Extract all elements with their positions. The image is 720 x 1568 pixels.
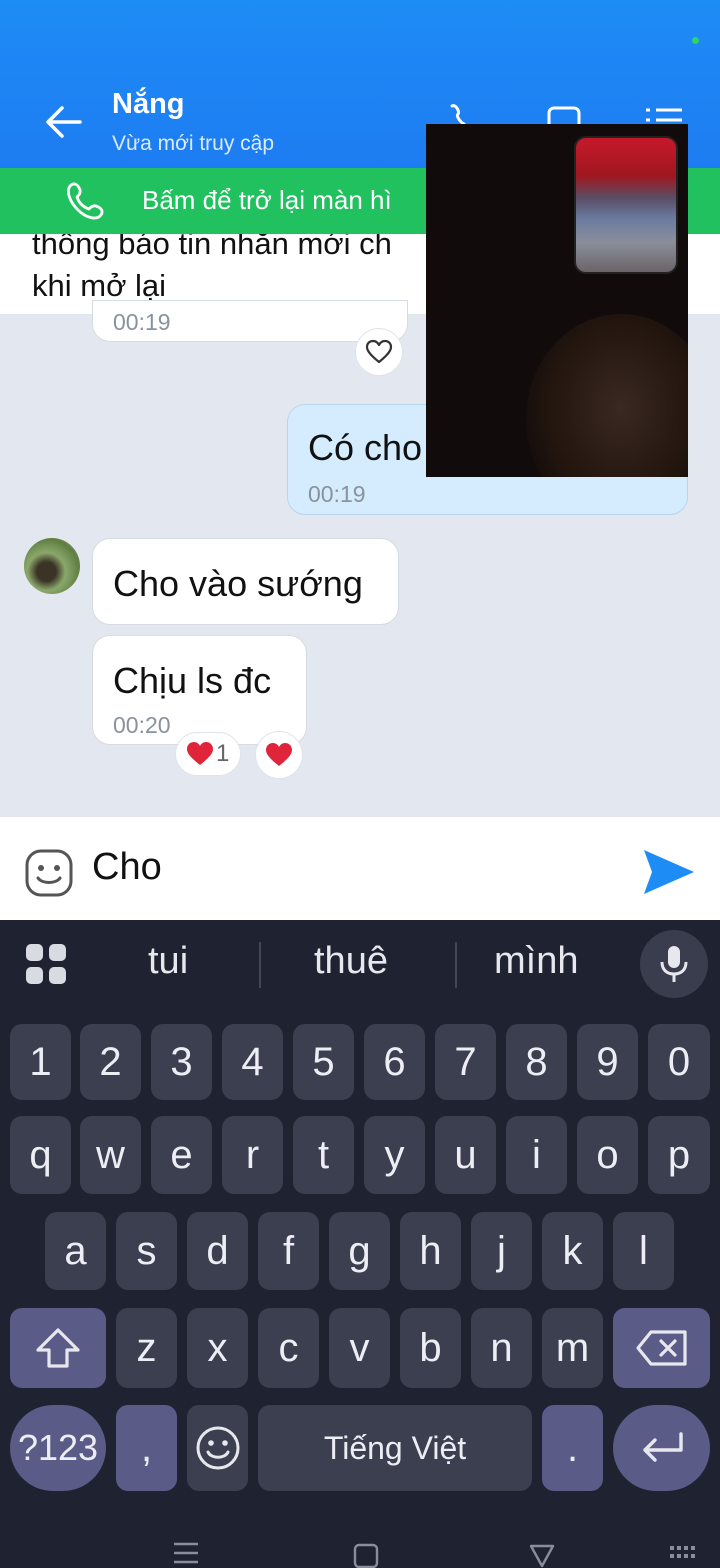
contact-status: Vừa mới truy cập	[112, 132, 275, 155]
key-a[interactable]: a	[45, 1212, 106, 1290]
key-x[interactable]: x	[187, 1308, 248, 1388]
key-d[interactable]: d	[187, 1212, 248, 1290]
recent-apps-button[interactable]	[172, 1540, 200, 1568]
home-button[interactable]	[352, 1540, 380, 1568]
suggestion-1[interactable]: tui	[148, 940, 188, 983]
react-button[interactable]	[355, 328, 403, 376]
shift-key[interactable]	[10, 1308, 106, 1388]
key-1[interactable]: 1	[10, 1024, 71, 1100]
key-h[interactable]: h	[400, 1212, 461, 1290]
key-z[interactable]: z	[116, 1308, 177, 1388]
comma-key[interactable]: ,	[116, 1405, 177, 1491]
backspace-key[interactable]	[613, 1308, 710, 1388]
back-triangle-icon	[529, 1544, 555, 1568]
suggestion-divider	[455, 942, 457, 988]
heart-icon	[266, 743, 292, 766]
suggestion-divider	[259, 942, 261, 988]
message-bubble-incoming[interactable]: Cho vào sướng	[92, 538, 399, 625]
key-v[interactable]: v	[329, 1308, 390, 1388]
key-m[interactable]: m	[542, 1308, 603, 1388]
video-call-overlay[interactable]	[426, 124, 688, 477]
send-icon	[644, 850, 694, 894]
message-bubble-incoming[interactable]: Chịu ls đc 00:20	[92, 635, 307, 745]
key-w[interactable]: w	[80, 1116, 141, 1194]
message-time: 00:19	[308, 481, 366, 507]
key-5[interactable]: 5	[293, 1024, 354, 1100]
key-b[interactable]: b	[400, 1308, 461, 1388]
self-video-preview[interactable]	[574, 136, 678, 274]
react-button[interactable]	[255, 731, 303, 779]
keyboard-hide-button[interactable]	[668, 1540, 702, 1568]
return-to-call-label: Bấm để trở lại màn hì	[142, 185, 392, 215]
heart-outline-icon	[365, 339, 393, 364]
reaction-summary[interactable]: 1	[175, 732, 241, 776]
message-input[interactable]: Cho	[92, 846, 162, 889]
key-c[interactable]: c	[258, 1308, 319, 1388]
key-f[interactable]: f	[258, 1212, 319, 1290]
key-8[interactable]: 8	[506, 1024, 567, 1100]
grid-apps-icon	[26, 944, 66, 984]
key-7[interactable]: 7	[435, 1024, 496, 1100]
key-9[interactable]: 9	[577, 1024, 638, 1100]
reaction-count: 1	[216, 740, 230, 767]
message-text: Cho vào sướng	[113, 563, 363, 604]
message-text: Có cho	[308, 427, 423, 468]
key-q[interactable]: q	[10, 1116, 71, 1194]
key-p[interactable]: p	[648, 1116, 710, 1194]
contact-name[interactable]: Nắng	[112, 88, 185, 121]
home-square-icon	[353, 1543, 379, 1568]
key-u[interactable]: u	[435, 1116, 496, 1194]
back-button[interactable]	[40, 100, 88, 144]
period-key[interactable]: .	[542, 1405, 603, 1491]
smiley-icon	[196, 1426, 239, 1470]
recents-lines-icon	[174, 1542, 198, 1564]
keyboard-apps-button[interactable]	[22, 940, 70, 988]
key-r[interactable]: r	[222, 1116, 283, 1194]
notice-line-2: khi mở lại	[32, 268, 167, 303]
sticker-button[interactable]	[24, 848, 74, 898]
key-s[interactable]: s	[116, 1212, 177, 1290]
heart-icon	[187, 742, 213, 765]
phone-icon	[62, 180, 108, 222]
key-k[interactable]: k	[542, 1212, 603, 1290]
key-4[interactable]: 4	[222, 1024, 283, 1100]
enter-arrow-icon	[642, 1432, 683, 1462]
microphone-icon	[660, 946, 688, 982]
key-j[interactable]: j	[471, 1212, 532, 1290]
send-button[interactable]	[640, 846, 696, 898]
symbols-key[interactable]: ?123	[10, 1405, 106, 1491]
key-g[interactable]: g	[329, 1212, 390, 1290]
key-l[interactable]: l	[613, 1212, 674, 1290]
backspace-icon	[635, 1330, 687, 1366]
suggestion-2[interactable]: thuê	[314, 940, 388, 983]
voice-input-button[interactable]	[640, 930, 708, 998]
arrow-left-icon	[46, 106, 82, 138]
key-6[interactable]: 6	[364, 1024, 425, 1100]
space-key[interactable]: Tiếng Việt	[258, 1405, 532, 1491]
notice-line-1: thông báo tin nhắn mới ch	[32, 234, 392, 261]
shift-arrow-icon	[36, 1328, 80, 1368]
key-i[interactable]: i	[506, 1116, 567, 1194]
emoji-key[interactable]	[187, 1405, 248, 1491]
suggestion-3[interactable]: mình	[494, 940, 578, 983]
message-text: Chịu ls đc	[113, 660, 272, 701]
key-2[interactable]: 2	[80, 1024, 141, 1100]
remote-video-feed	[526, 314, 688, 477]
key-3[interactable]: 3	[151, 1024, 212, 1100]
message-time: 00:20	[113, 712, 171, 738]
sticker-smile-icon	[25, 849, 73, 897]
key-y[interactable]: y	[364, 1116, 425, 1194]
avatar[interactable]	[24, 538, 80, 594]
enter-key[interactable]	[613, 1405, 710, 1491]
status-indicator-dot	[692, 37, 699, 44]
keyboard-icon	[670, 1546, 695, 1558]
key-t[interactable]: t	[293, 1116, 354, 1194]
message-time: 00:19	[113, 309, 171, 335]
key-n[interactable]: n	[471, 1308, 532, 1388]
back-nav-button[interactable]	[528, 1540, 556, 1568]
key-e[interactable]: e	[151, 1116, 212, 1194]
key-0[interactable]: 0	[648, 1024, 710, 1100]
key-o[interactable]: o	[577, 1116, 638, 1194]
